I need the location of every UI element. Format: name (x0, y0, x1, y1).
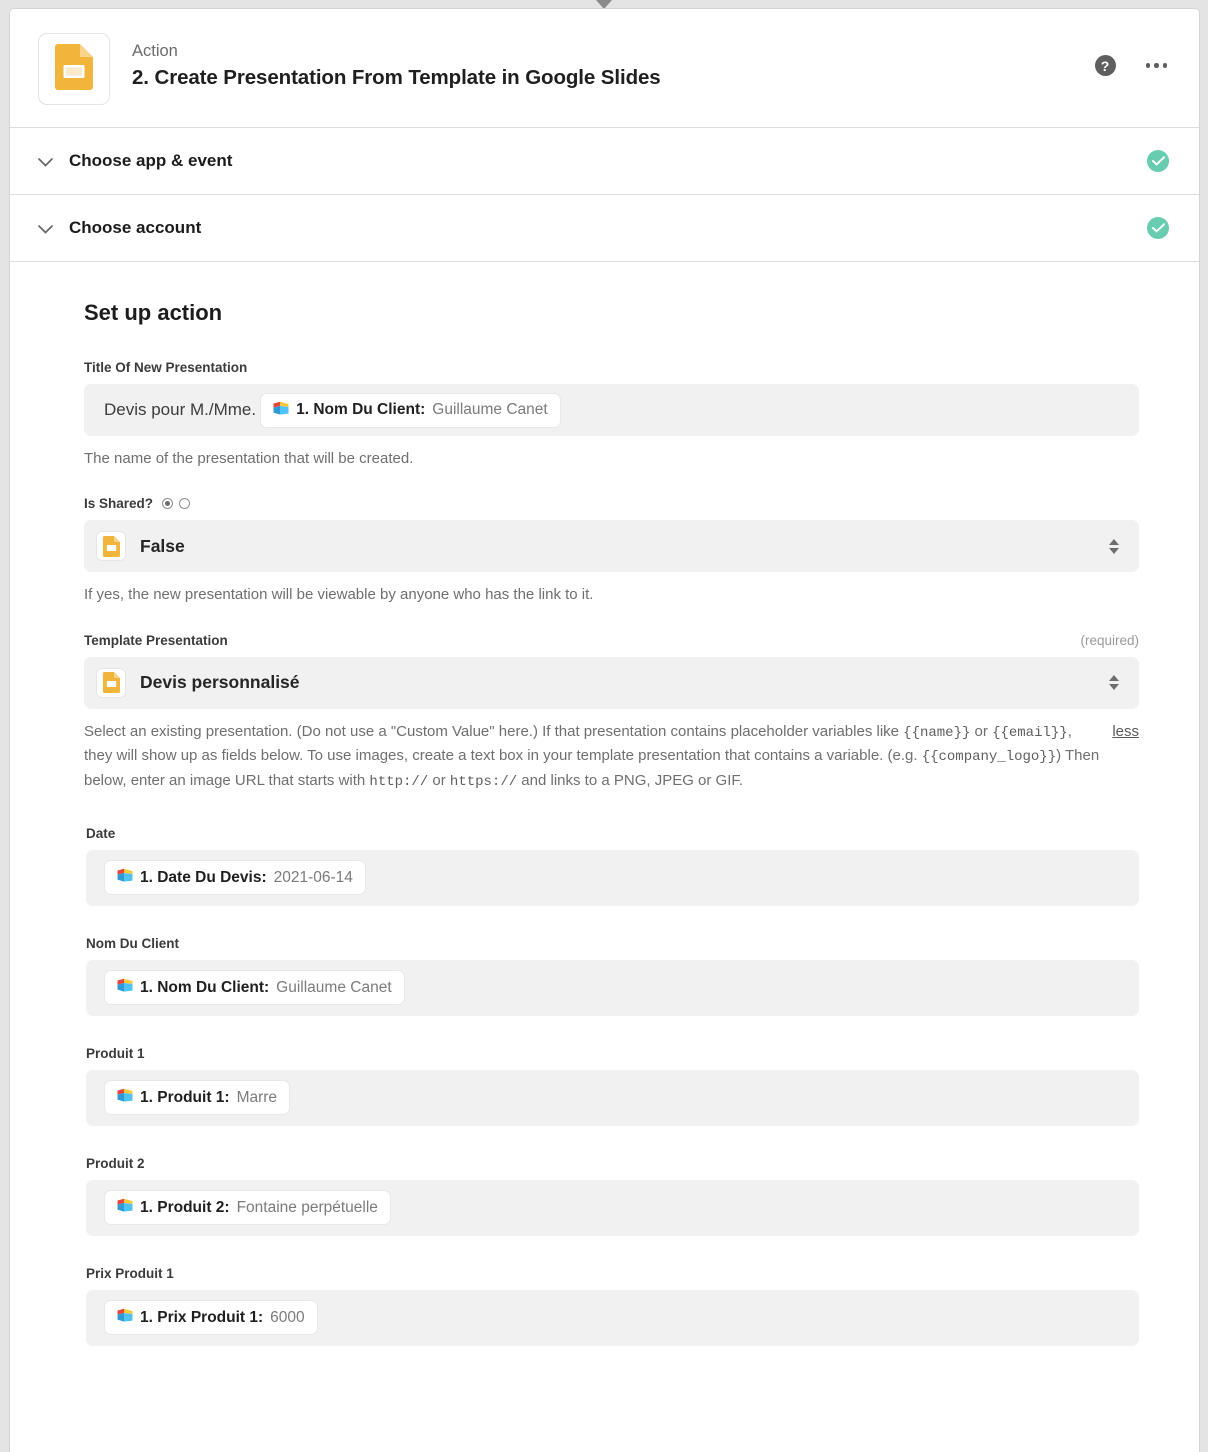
zap-step-icon (117, 868, 133, 887)
pill-key: 1. Produit 1: (140, 1088, 230, 1106)
data-pill-produit-2[interactable]: 1. Produit 2: Fontaine perpétuelle (104, 1190, 391, 1226)
date-input[interactable]: 1. Date Du Devis: 2021-06-14 (86, 849, 1139, 906)
field-label: Template Presentation (84, 632, 228, 648)
chevron-down-icon (38, 220, 64, 237)
select-stepper-icon[interactable] (1109, 675, 1119, 690)
field-help-text: The name of the presentation that will b… (84, 450, 414, 467)
step-kicker: Action (132, 42, 178, 60)
field-produit-1: Produit 1 1. Produit 1: Marre (86, 1046, 1139, 1126)
set-up-action-heading: Set up action (84, 300, 223, 325)
field-prix-produit-1: Prix Produit 1 1. Prix Produit 1: 6000 (86, 1266, 1139, 1346)
section-label: Choose app & event (69, 151, 233, 170)
help-code-email: {{email}} (992, 724, 1068, 741)
help-part-5: or (428, 771, 450, 789)
zap-step-icon (117, 978, 133, 997)
is-shared-value: False (140, 535, 185, 556)
google-slides-icon (96, 531, 126, 562)
title-input[interactable]: Devis pour M./Mme. 1. Nom Du Client: Gui… (84, 384, 1139, 436)
prix-produit-1-input[interactable]: 1. Prix Produit 1: 6000 (86, 1289, 1139, 1346)
help-part-6: and links to a PNG, JPEG or GIF. (517, 771, 744, 789)
is-shared-radio-group[interactable] (162, 498, 191, 510)
help-code-https: https:// (449, 773, 518, 790)
ellipsis-icon[interactable] (1145, 63, 1167, 68)
data-pill-nom-du-client[interactable]: 1. Nom Du Client: Guillaume Canet (104, 970, 405, 1006)
page-title: 2. Create Presentation From Template in … (132, 66, 661, 90)
template-presentation-select[interactable]: Devis personnalisé (84, 656, 1139, 709)
field-label: Is Shared? (84, 496, 154, 512)
action-step-card: Action 2. Create Presentation From Templ… (9, 8, 1200, 1452)
step-header: Action 2. Create Presentation From Templ… (10, 9, 1199, 128)
google-slides-icon (55, 43, 93, 95)
pill-value: Fontaine perpétuelle (236, 1198, 378, 1216)
chevron-down-icon (38, 153, 64, 170)
pill-value: Guillaume Canet (432, 401, 548, 418)
template-help-text: less Select an existing presentation. (D… (84, 720, 1139, 794)
help-circle-icon[interactable]: ? (1094, 55, 1116, 76)
field-template-presentation: Template Presentation (required) Devis p… (84, 633, 1139, 794)
required-marker: (required) (1080, 632, 1139, 648)
static-text-fragment: Devis pour M./Mme. (104, 400, 257, 419)
help-code-http: http:// (369, 773, 429, 790)
field-date: Date 1. Date Du Devis: 2021-06-14 (86, 826, 1139, 906)
field-label: Title Of New Presentation (84, 360, 248, 375)
radio-option-dropdown[interactable] (162, 498, 174, 510)
pill-value: Marre (236, 1088, 278, 1106)
data-pill-produit-1[interactable]: 1. Produit 1: Marre (104, 1080, 291, 1116)
radio-option-custom[interactable] (179, 498, 191, 510)
help-part-2: or (970, 722, 993, 740)
is-shared-select[interactable]: False (84, 520, 1139, 573)
status-badge-complete (1147, 217, 1169, 239)
pill-value: 6000 (270, 1308, 305, 1326)
field-label-group: Is Shared? (84, 496, 191, 512)
pill-value: Guillaume Canet (276, 978, 392, 996)
field-label: Prix Produit 1 (86, 1265, 174, 1281)
zap-step-icon (117, 1198, 133, 1217)
field-label: Produit 1 (86, 1045, 145, 1061)
field-produit-2: Produit 2 1. Produit 2: Fontaine perpétu… (86, 1156, 1139, 1236)
field-label: Produit 2 (86, 1155, 145, 1171)
app-icon-tile (38, 33, 110, 105)
produit-1-input[interactable]: 1. Produit 1: Marre (86, 1069, 1139, 1126)
nom-du-client-input[interactable]: 1. Nom Du Client: Guillaume Canet (86, 959, 1139, 1016)
template-variable-fields: Date 1. Date Du Devis: 2021-06-14 Nom Du… (84, 826, 1139, 1346)
select-stepper-icon[interactable] (1109, 538, 1119, 554)
help-code-company-logo: {{company_logo}} (921, 749, 1057, 766)
help-code-name: {{name}} (903, 724, 971, 741)
set-up-action-panel: Set up action Title Of New Presentation … (10, 262, 1199, 1346)
template-presentation-value: Devis personnalisé (140, 672, 300, 692)
pill-key: 1. Prix Produit 1: (140, 1308, 264, 1326)
pill-value: 2021-06-14 (273, 868, 353, 886)
zap-step-icon (117, 1088, 133, 1107)
sidebar-item-choose-app-event[interactable]: Choose app & event (10, 128, 1199, 195)
less-link[interactable]: less (1112, 720, 1139, 743)
produit-2-input[interactable]: 1. Produit 2: Fontaine perpétuelle (86, 1179, 1139, 1236)
help-part-1: Select an existing presentation. (Do not… (84, 722, 904, 740)
section-label: Choose account (69, 218, 202, 237)
sidebar-item-choose-account[interactable]: Choose account (10, 195, 1199, 262)
data-pill-nom-du-client[interactable]: 1. Nom Du Client: Guillaume Canet (260, 392, 561, 428)
status-badge-complete (1147, 150, 1169, 172)
pill-key: 1. Nom Du Client: (296, 401, 426, 418)
pill-key: 1. Produit 2: (140, 1198, 230, 1216)
pill-key: 1. Nom Du Client: (140, 978, 270, 996)
field-help-text: If yes, the new presentation will be vie… (84, 586, 594, 604)
data-pill-prix-produit-1[interactable]: 1. Prix Produit 1: 6000 (104, 1300, 318, 1336)
field-title-of-new-presentation: Title Of New Presentation Devis pour M./… (84, 360, 1139, 470)
data-pill-date-du-devis[interactable]: 1. Date Du Devis: 2021-06-14 (104, 860, 366, 896)
field-label: Date (86, 825, 116, 841)
zap-step-icon (273, 401, 289, 420)
field-is-shared: Is Shared? False If yes, the new present… (84, 496, 1139, 606)
field-label: Nom Du Client (86, 935, 179, 951)
field-nom-du-client: Nom Du Client 1. Nom Du Client: Guillaum… (86, 936, 1139, 1016)
zap-step-icon (117, 1308, 133, 1327)
google-slides-icon (96, 667, 126, 698)
pill-key: 1. Date Du Devis: (140, 868, 267, 886)
